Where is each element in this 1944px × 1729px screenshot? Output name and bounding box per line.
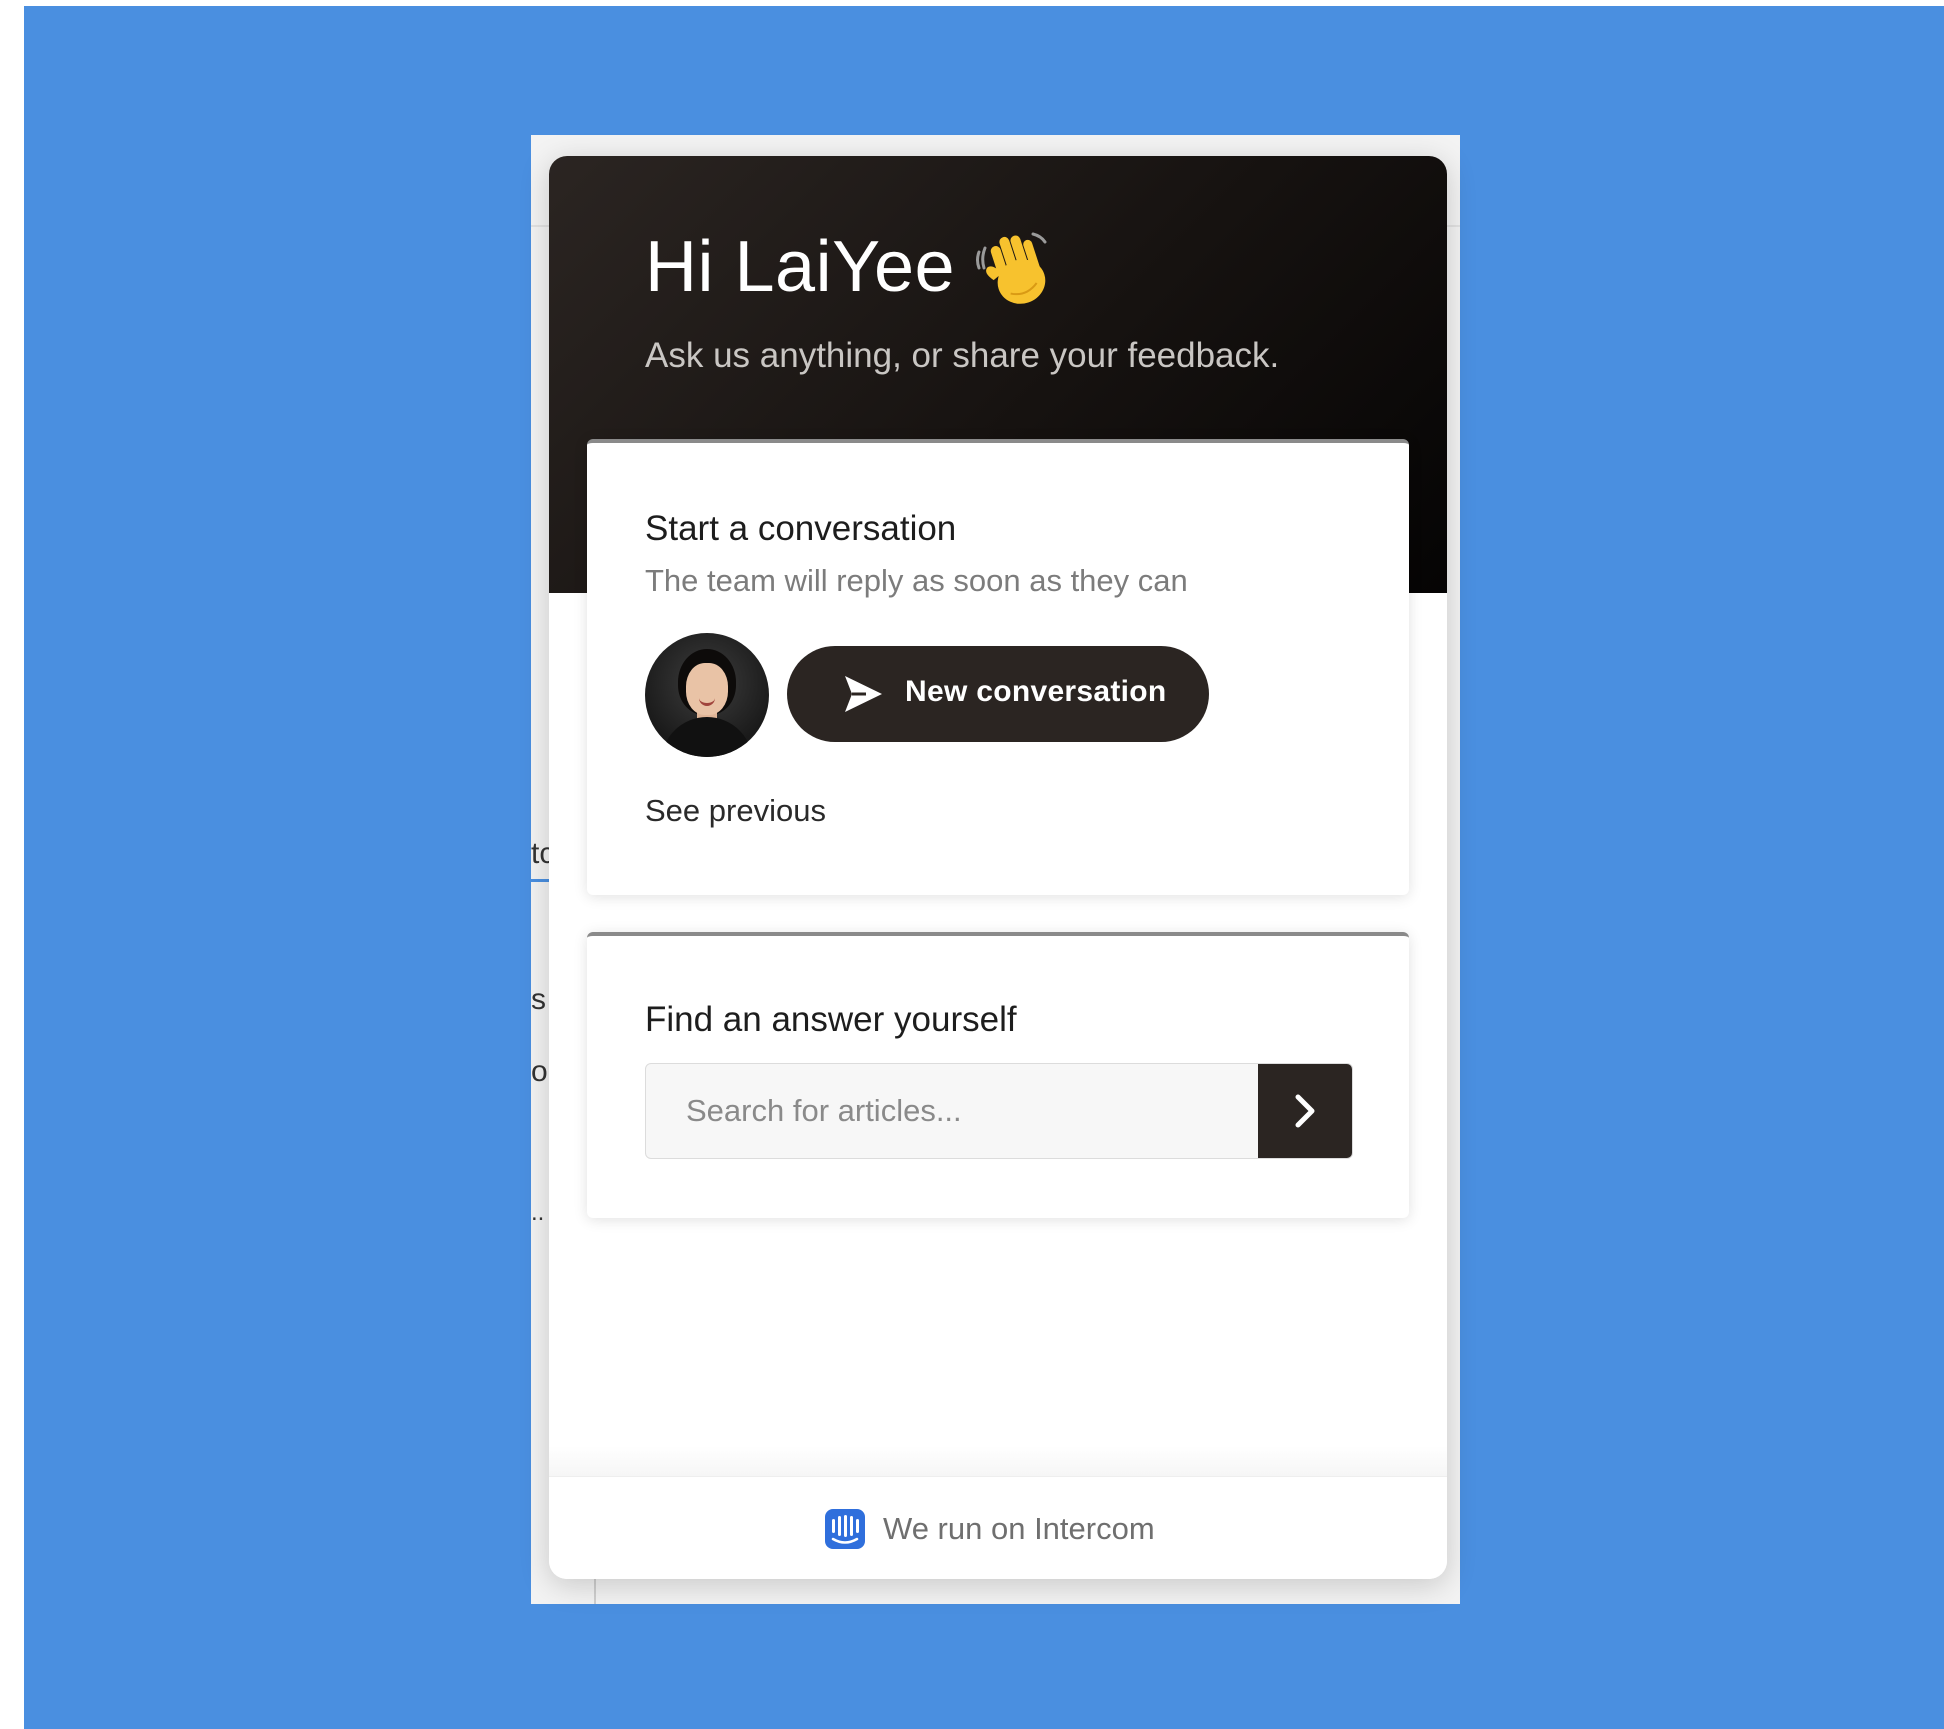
divider <box>594 1575 596 1604</box>
avatar-face <box>686 663 728 715</box>
link-underline <box>531 879 551 882</box>
messenger-widget: Hi LaiYee Ask us anything, or share your… <box>549 156 1447 1579</box>
card-title: Start a conversation <box>645 509 957 548</box>
chevron-right-icon <box>1295 1094 1315 1128</box>
search-submit-button[interactable] <box>1258 1064 1352 1158</box>
find-answer-card: Find an answer yourself <box>587 932 1409 1218</box>
intercom-logo-icon <box>825 1509 865 1549</box>
start-conversation-card: Start a conversation The team will reply… <box>587 439 1409 895</box>
card-title: Find an answer yourself <box>645 1000 1017 1039</box>
new-conversation-button[interactable]: New conversation <box>787 646 1209 742</box>
agent-avatar <box>645 633 769 757</box>
card-subtitle: The team will reply as soon as they can <box>645 563 1188 598</box>
avatar-body <box>661 717 753 757</box>
new-conversation-label: New conversation <box>905 675 1167 708</box>
page-text-fragment: o <box>531 1055 548 1088</box>
header-tagline: Ask us anything, or share your feedback. <box>645 336 1280 375</box>
messenger-footer: We run on Intercom <box>549 1476 1447 1579</box>
footer-label: We run on Intercom <box>883 1511 1155 1546</box>
page-text-fragment: .. <box>531 1199 545 1226</box>
article-search-input[interactable] <box>646 1064 1258 1158</box>
article-search-box <box>645 1063 1353 1159</box>
page-text-fragment: s <box>531 983 546 1016</box>
send-icon <box>845 676 882 712</box>
see-previous-link[interactable]: See previous <box>645 793 826 829</box>
waving-hand-icon <box>976 232 1047 304</box>
greeting-title: Hi LaiYee <box>645 227 956 307</box>
